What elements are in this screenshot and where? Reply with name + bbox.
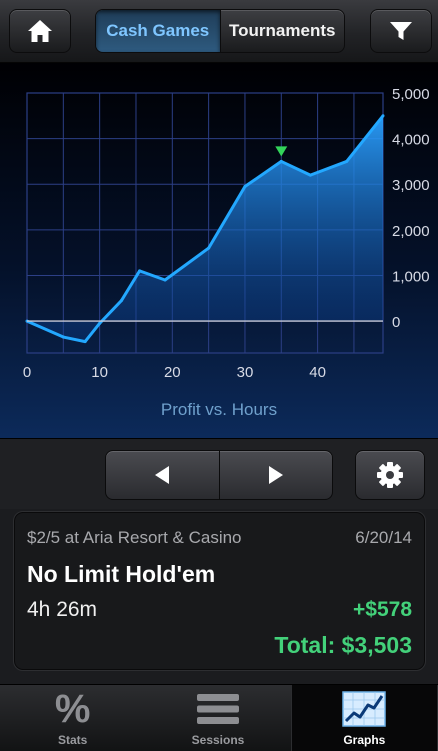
y-tick-label: 1,000: [392, 268, 430, 285]
tab-sessions[interactable]: Sessions: [145, 685, 290, 751]
x-tick-label: 30: [237, 364, 254, 381]
profit-point: [243, 185, 247, 189]
previous-session-button[interactable]: [106, 451, 219, 499]
selected-session-marker: [275, 146, 288, 157]
profit-point: [163, 278, 167, 282]
tab-cash-games[interactable]: Cash Games: [96, 10, 220, 52]
profit-point: [119, 299, 123, 303]
game-type-segmented-control: Cash Games Tournaments: [95, 9, 345, 53]
tab-graphs[interactable]: Graphs: [290, 685, 438, 751]
session-venue: $2/5 at Aria Resort & Casino: [27, 528, 242, 547]
session-navigation: [105, 450, 333, 500]
profit-point: [138, 269, 142, 273]
triangle-right-icon: [268, 466, 283, 484]
home-button[interactable]: [9, 9, 71, 53]
session-profit: +$578: [353, 598, 412, 621]
tab-stats-label: Stats: [57, 733, 88, 747]
x-tick-label: 10: [91, 364, 108, 381]
profit-point: [98, 321, 102, 325]
y-tick-label: 0: [392, 314, 400, 331]
profit-point: [83, 340, 87, 344]
profit-point: [279, 159, 283, 163]
graph-icon: [342, 691, 387, 727]
next-session-button[interactable]: [218, 451, 333, 499]
session-game-type: No Limit Hold'em: [27, 561, 216, 587]
profit-point: [381, 114, 385, 118]
x-tick-label: 0: [23, 364, 31, 381]
settings-button[interactable]: [355, 450, 425, 500]
x-tick-label: 40: [309, 364, 326, 381]
tab-stats[interactable]: % Stats: [0, 685, 145, 751]
y-tick-label: 4,000: [392, 132, 430, 149]
profit-chart: 0 1,000 2,000 3,000 4,000 5,000 0 10 20 30 40: [23, 86, 430, 381]
profit-point: [61, 335, 65, 339]
y-tick-label: 5,000: [392, 86, 430, 103]
graph-controls: [0, 438, 438, 509]
profit-area: [27, 115, 383, 342]
chart-x-axis-label: Profit vs. Hours: [160, 400, 278, 419]
session-duration: 4h 26m: [27, 598, 98, 621]
percent-icon: %: [54, 687, 91, 731]
session-summary-card[interactable]: $2/5 at Aria Resort & Casino 6/20/14 No …: [13, 511, 426, 671]
tab-tournaments[interactable]: Tournaments: [219, 10, 345, 52]
session-running-total: Total: $3,503: [274, 632, 412, 658]
profit-point: [308, 173, 312, 177]
x-tick-label: 20: [164, 364, 181, 381]
tab-graphs-label: Graphs: [343, 733, 386, 747]
bottom-tab-bar: % Stats Sessions Graphs: [0, 684, 438, 751]
gear-icon: [377, 462, 403, 488]
triangle-left-icon: [155, 466, 170, 484]
y-tick-label: 2,000: [392, 223, 430, 240]
filter-button[interactable]: [370, 9, 432, 53]
profit-graph[interactable]: 0 1,000 2,000 3,000 4,000 5,000 0 10 20 30 40 Prof…: [0, 63, 438, 438]
tab-sessions-label: Sessions: [191, 733, 245, 747]
profit-point: [345, 159, 349, 163]
session-date: 6/20/14: [355, 528, 412, 547]
profit-point: [207, 246, 211, 250]
filter-icon: [390, 22, 412, 40]
y-tick-label: 3,000: [392, 177, 430, 194]
home-icon: [28, 20, 52, 42]
list-icon: [196, 694, 239, 724]
top-navigation-bar: Cash Games Tournaments: [0, 0, 438, 63]
